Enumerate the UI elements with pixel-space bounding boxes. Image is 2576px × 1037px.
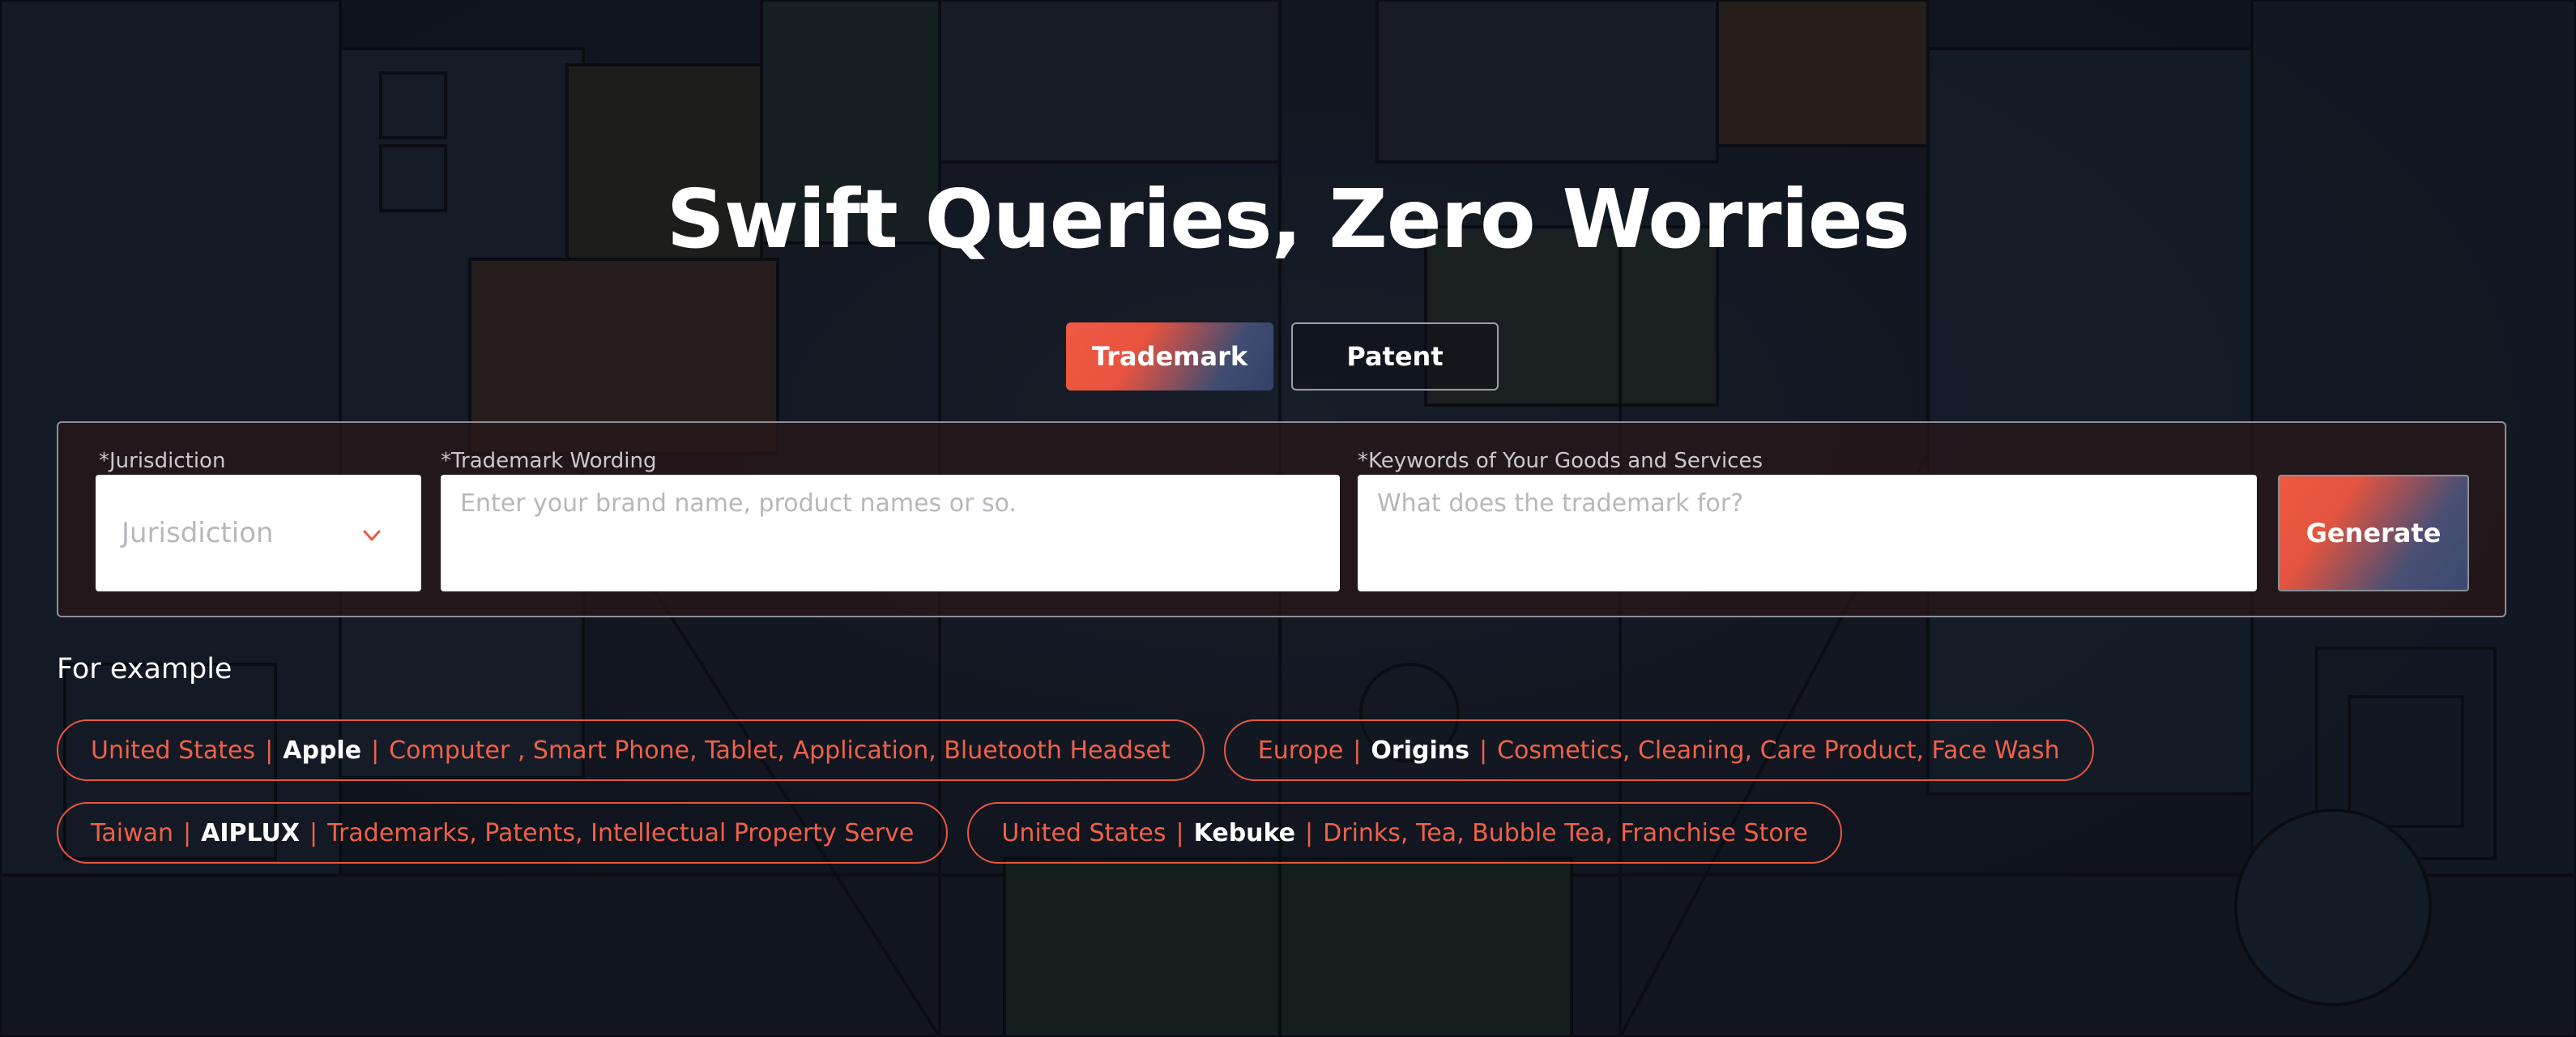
trademark-search-form: *Jurisdiction Jurisdiction *Trademark Wo… — [57, 421, 2506, 617]
chip-goods: Computer , Smart Phone, Tablet, Applicat… — [389, 736, 1171, 765]
chip-brand: Origins — [1371, 736, 1469, 765]
keywords-label: *Keywords of Your Goods and Services — [1358, 449, 1764, 473]
tab-trademark[interactable]: Trademark — [1066, 322, 1273, 390]
chip-separator: | — [265, 736, 274, 765]
chip-separator: | — [309, 818, 318, 847]
page-title: Swift Queries, Zero Worries — [666, 172, 1910, 267]
trademark-wording-input[interactable] — [441, 475, 1340, 591]
chip-region: Taiwan — [91, 818, 174, 847]
generate-button[interactable]: Generate — [2278, 475, 2469, 591]
example-chip[interactable]: Taiwan | AIPLUX | Trademarks, Patents, I… — [57, 802, 949, 864]
chip-brand: AIPLUX — [201, 818, 301, 847]
chip-region: United States — [91, 736, 256, 765]
chip-separator: | — [1478, 736, 1488, 765]
chip-separator: | — [371, 736, 380, 765]
tab-patent[interactable]: Patent — [1291, 322, 1499, 390]
example-chip[interactable]: United States | Apple | Computer , Smart… — [57, 719, 1205, 781]
example-chip[interactable]: United States | Kebuke | Drinks, Tea, Bu… — [967, 802, 1842, 864]
chip-brand: Apple — [283, 736, 362, 765]
chip-goods: Drinks, Tea, Bubble Tea, Franchise Store — [1323, 818, 1808, 847]
example-chip[interactable]: Europe | Origins | Cosmetics, Cleaning, … — [1223, 719, 2094, 781]
chip-region: United States — [1001, 818, 1166, 847]
example-chips: United States | Apple | Computer , Smart… — [57, 719, 2519, 885]
chip-goods: Cosmetics, Cleaning, Care Product, Face … — [1497, 736, 2060, 765]
chip-brand: Kebuke — [1193, 818, 1296, 847]
chip-region: Europe — [1257, 736, 1344, 765]
examples-heading: For example — [57, 653, 232, 685]
jurisdiction-select[interactable]: Jurisdiction — [96, 475, 421, 591]
chip-separator: | — [1353, 736, 1362, 765]
chip-separator: | — [1305, 818, 1314, 847]
search-type-tabs: Trademark Patent — [1066, 322, 1499, 390]
jurisdiction-label: *Jurisdiction — [99, 449, 226, 473]
trademark-wording-label: *Trademark Wording — [441, 449, 657, 473]
chip-separator: | — [183, 818, 192, 847]
chip-separator: | — [1175, 818, 1184, 847]
chevron-down-icon — [363, 530, 381, 541]
chip-goods: Trademarks, Patents, Intellectual Proper… — [327, 818, 915, 847]
jurisdiction-placeholder: Jurisdiction — [122, 517, 274, 549]
keywords-input[interactable] — [1358, 475, 2257, 591]
